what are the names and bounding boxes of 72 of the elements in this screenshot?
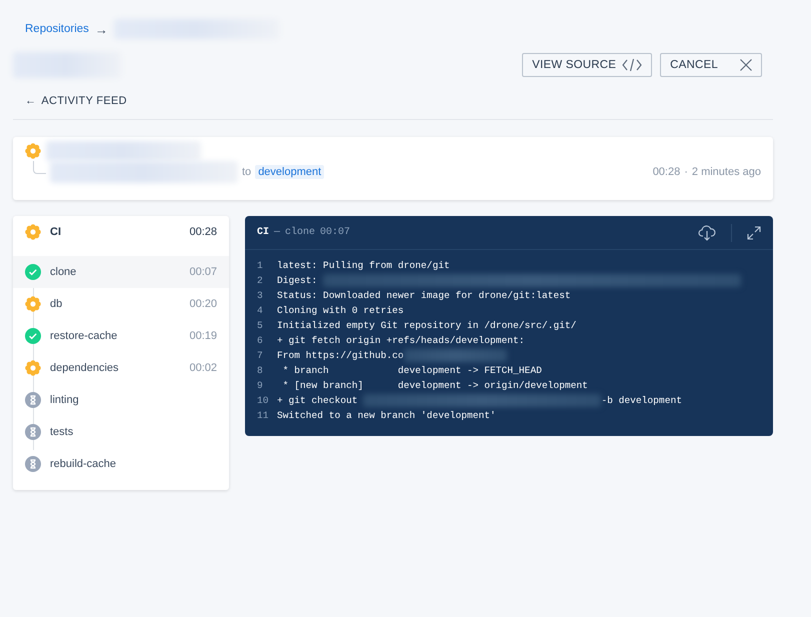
line-number: 4	[257, 305, 264, 316]
line-number: 7	[257, 350, 264, 361]
hourglass-icon	[25, 456, 41, 472]
line-number: 8	[257, 365, 264, 376]
separator-dot: ·	[684, 166, 688, 178]
hourglass-icon	[25, 424, 41, 440]
cancel-button[interactable]: CANCEL	[660, 53, 762, 77]
line-number: 10	[257, 395, 270, 406]
step-duration: 00:07	[189, 266, 217, 278]
gear-icon	[25, 143, 41, 159]
step-name: db	[50, 298, 64, 310]
log-duration: 00:07	[320, 227, 350, 238]
step-name: tests	[50, 426, 74, 438]
gear-icon	[25, 224, 41, 240]
line-number: 1	[257, 260, 264, 271]
step-name: linting	[50, 394, 80, 406]
view-source-button[interactable]: VIEW SOURCE	[522, 53, 652, 77]
step-duration: 00:02	[189, 362, 217, 374]
step-item[interactable]: dependencies 00:02	[13, 352, 229, 384]
log-line: Status: Downloaded newer image for drone/git:latest	[277, 290, 571, 301]
step-item[interactable]: db 00:20	[13, 288, 229, 320]
log-line: + git fetch origin +refs/heads/development:	[277, 335, 525, 346]
build-duration: 00:28	[652, 166, 680, 178]
log-line: -b development	[601, 395, 682, 406]
to-label: to	[242, 166, 252, 178]
log-line: Cloning with 0 retries	[277, 305, 404, 316]
log-line: * branch development -> FETCH_HEAD	[282, 365, 542, 376]
gear-icon	[25, 296, 41, 312]
line-number: 9	[257, 380, 264, 391]
expand-icon	[747, 226, 761, 240]
step-name: rebuild-cache	[50, 458, 118, 470]
line-number: 3	[257, 290, 264, 301]
step-name: restore-cache	[50, 330, 118, 342]
log-line: Digest:	[277, 275, 318, 286]
step-item[interactable]: restore-cache 00:19	[13, 320, 229, 352]
check-icon	[25, 264, 41, 280]
expand-button[interactable]	[747, 226, 761, 240]
line-number: 6	[257, 335, 264, 346]
log-line: Initialized empty Git repository in /drone/src/.git/	[277, 320, 576, 331]
branch-tag: development	[255, 165, 324, 179]
step-item[interactable]: clone 00:07	[13, 256, 229, 288]
pipeline-name: CI	[50, 226, 62, 238]
step-item[interactable]: tests	[13, 416, 229, 448]
build-time-ago: 2 minutes ago	[692, 166, 761, 178]
step-name: clone	[50, 266, 78, 278]
line-number: 5	[257, 320, 264, 331]
activity-feed-link[interactable]: ← ACTIVITY FEED	[25, 92, 773, 110]
line-number: 11	[257, 410, 270, 421]
close-icon	[740, 59, 752, 71]
log-dash: —	[274, 227, 280, 238]
cloud-download-icon	[698, 224, 716, 240]
hourglass-icon	[25, 392, 41, 408]
breadcrumb-separator: →	[94, 22, 108, 36]
log-line: Switched to a new branch 'development'	[277, 410, 496, 421]
step-name: dependencies	[50, 362, 120, 374]
download-button[interactable]	[698, 224, 716, 240]
step-item[interactable]: linting	[13, 384, 229, 416]
code-icon	[622, 58, 642, 72]
step-item[interactable]: rebuild-cache	[13, 448, 229, 480]
pipeline-duration: 00:28	[189, 226, 217, 238]
breadcrumb-link[interactable]: Repositories	[25, 23, 89, 35]
log-line: + git checkout	[277, 395, 359, 406]
gear-icon	[25, 360, 41, 376]
check-icon	[25, 328, 41, 344]
log-line: From https://github.co	[277, 350, 404, 361]
log-pipeline-name: CI	[257, 227, 270, 238]
log-line: * [new branch] development -> origin/development	[282, 380, 588, 391]
step-duration: 00:19	[189, 330, 217, 342]
step-duration: 00:20	[189, 298, 217, 310]
line-number: 2	[257, 275, 264, 286]
log-line: latest: Pulling from drone/git	[277, 260, 450, 271]
log-step-name: clone	[285, 227, 316, 238]
